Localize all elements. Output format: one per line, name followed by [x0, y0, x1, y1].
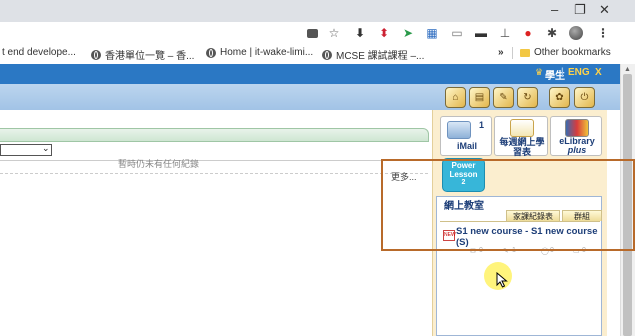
scroll-up-arrow[interactable]: ▲: [624, 66, 631, 73]
profile-avatar[interactable]: [568, 25, 584, 41]
bookmark-item[interactable]: MCSE 課試課程 –...: [322, 47, 424, 62]
bookmarks-overflow-button[interactable]: »: [498, 47, 504, 58]
extension-icon-7[interactable]: ●: [520, 25, 536, 41]
extension-icon-1[interactable]: ⬍: [376, 25, 392, 41]
weekly-study-label: 每週網上學習表: [499, 137, 545, 157]
mail-icon: [447, 121, 471, 139]
weekly-study-card[interactable]: 每週網上學習表: [494, 116, 548, 157]
highlight-frame: [381, 159, 635, 251]
nav-home-icon[interactable]: ⌂: [445, 87, 466, 108]
empty-record-note: 暫時仍未有任何紀錄: [118, 159, 200, 169]
divider: [0, 160, 428, 161]
other-bookmarks[interactable]: Other bookmarks: [520, 47, 611, 58]
chevron-down-icon[interactable]: ⌄: [42, 143, 50, 154]
extension-icon-4[interactable]: ▭: [449, 25, 465, 41]
imail-label: iMail: [456, 141, 477, 151]
minimize-button[interactable]: –: [551, 2, 558, 17]
nav-tools-icon[interactable]: ✎: [493, 87, 514, 108]
bookmark-item[interactable]: 香港單位一覽 – 香...: [91, 47, 194, 62]
star-icon[interactable]: ☆: [326, 25, 342, 41]
lang-switch-eng[interactable]: ENG: [568, 67, 590, 78]
globe-icon: [322, 49, 332, 60]
extension-icon-5[interactable]: ▬: [473, 25, 489, 41]
elibrary-card[interactable]: eLibrary plus: [550, 116, 602, 156]
imail-card[interactable]: 1 iMail: [440, 116, 492, 156]
nav-settings-icon[interactable]: ✿: [549, 87, 570, 108]
puzzle-icon[interactable]: ✱: [544, 25, 560, 41]
nav-logout-icon[interactable]: ⏻: [574, 87, 595, 108]
close-window-button[interactable]: ✕: [599, 2, 610, 18]
extension-icon-3[interactable]: ▦: [424, 25, 440, 41]
globe-icon: [91, 49, 101, 60]
mouse-cursor-icon: [496, 272, 508, 288]
extension-icon-2[interactable]: ➤: [400, 25, 416, 41]
site-header: [0, 64, 620, 84]
extension-icon-6[interactable]: ⊥: [497, 25, 513, 41]
header-separator: |: [561, 67, 564, 78]
divider: [0, 173, 428, 174]
globe-icon: [206, 47, 216, 58]
divider: [512, 47, 513, 59]
menu-icon[interactable]: ⋮: [595, 25, 611, 41]
download-icon[interactable]: ⬇: [352, 25, 368, 41]
browser-titlebar: [0, 0, 635, 22]
books-icon: [565, 119, 589, 137]
user-icon: ♛: [535, 67, 544, 77]
bookmark-item[interactable]: Home | it-wake-limi...: [206, 47, 313, 58]
checklist-icon: [510, 119, 534, 137]
restore-button[interactable]: ❐: [574, 2, 586, 18]
translate-icon[interactable]: [304, 25, 320, 41]
nav-refresh-icon[interactable]: ↻: [517, 87, 538, 108]
site-close-button[interactable]: X: [595, 67, 602, 78]
bookmark-item[interactable]: t end develope...: [2, 47, 76, 58]
main-section-bar: [0, 128, 429, 142]
folder-icon: [520, 48, 530, 57]
nav-calendar-icon[interactable]: ▤: [469, 87, 490, 108]
imail-count: 1: [479, 120, 485, 130]
elibrary-label-bottom: plus: [567, 145, 587, 155]
